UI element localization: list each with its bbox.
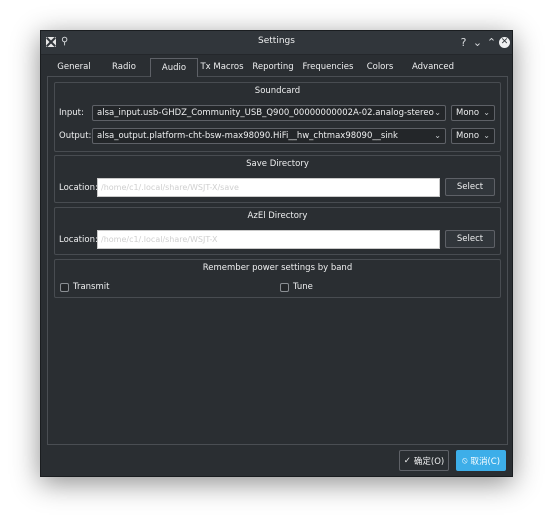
input-channel-select[interactable]: Mono ⌄ [451,105,495,121]
azel-directory-group: AzEl Directory Location: /home/c1/.local… [54,207,501,255]
tune-checkbox[interactable]: Tune [280,282,313,292]
tab-general[interactable]: General [49,59,99,76]
soundcard-title: Soundcard [254,86,301,96]
ok-label: 确定(O) [413,456,445,467]
save-location-label: Location: [59,183,98,193]
close-icon[interactable]: ✕ [499,37,510,48]
input-device-value: alsa_input.usb-GHDZ_Community_USB_Q900_0… [97,108,434,118]
transmit-label: Transmit [73,282,110,292]
chevron-down-icon: ⌄ [483,131,490,140]
transmit-checkbox[interactable]: Transmit [60,282,109,292]
output-device-select[interactable]: alsa_output.platform-cht-bsw-max98090.Hi… [92,128,446,144]
ok-button[interactable]: ✓ 确定(O) [399,450,449,471]
tab-reporting[interactable]: Reporting [246,59,300,76]
power-settings-group: Remember power settings by band Transmit… [54,259,501,298]
output-channel-value: Mono [456,131,480,141]
input-device-select[interactable]: alsa_input.usb-GHDZ_Community_USB_Q900_0… [92,105,446,121]
output-device-value: alsa_output.platform-cht-bsw-max98090.Hi… [97,131,398,141]
azel-directory-title: AzEl Directory [247,211,308,221]
soundcard-group: Soundcard Input: alsa_input.usb-GHDZ_Com… [54,82,501,152]
tab-colors[interactable]: Colors [356,59,404,76]
minimize-icon[interactable]: ⌄ [471,36,484,49]
tune-label: Tune [293,282,313,292]
save-location-field[interactable]: /home/c1/.local/share/WSJT-X/save [97,178,440,197]
tab-radio[interactable]: Radio [99,59,149,76]
settings-dialog: ⚲ Settings ? ⌄ ⌃ ✕ General Radio Audio T… [40,30,513,477]
power-settings-title: Remember power settings by band [202,263,353,273]
tab-audio[interactable]: Audio [150,58,198,77]
azel-location-label: Location: [59,235,98,245]
azel-select-button[interactable]: Select [445,230,495,248]
title-bar[interactable]: ⚲ Settings ? ⌄ ⌃ ✕ [41,31,512,55]
cancel-icon: ⦸ [461,455,468,466]
input-label: Input: [59,108,84,118]
maximize-icon[interactable]: ⌃ [485,36,498,49]
tab-frequencies[interactable]: Frequencies [300,59,356,76]
output-channel-select[interactable]: Mono ⌄ [451,128,495,144]
cancel-label: 取消(C) [470,456,501,467]
checkbox-box[interactable] [280,282,289,292]
save-directory-title: Save Directory [246,159,309,169]
audio-tab-pane: Soundcard Input: alsa_input.usb-GHDZ_Com… [47,76,508,445]
azel-location-field[interactable]: /home/c1/.local/share/WSJT-X [97,230,440,249]
cancel-button[interactable]: ⦸ 取消(C) [456,450,506,471]
save-select-button[interactable]: Select [445,178,495,196]
chevron-down-icon: ⌄ [434,131,441,140]
save-directory-group: Save Directory Location: /home/c1/.local… [54,155,501,203]
checkbox-box[interactable] [60,282,69,292]
tab-tx-macros[interactable]: Tx Macros [198,59,246,76]
input-channel-value: Mono [456,108,480,118]
tab-advanced[interactable]: Advanced [404,59,462,76]
chevron-down-icon: ⌄ [434,108,441,117]
chevron-down-icon: ⌄ [483,108,490,117]
window-title: Settings [258,36,295,46]
help-icon[interactable]: ? [457,36,470,49]
check-icon: ✓ [403,455,411,466]
output-label: Output: [59,131,92,141]
